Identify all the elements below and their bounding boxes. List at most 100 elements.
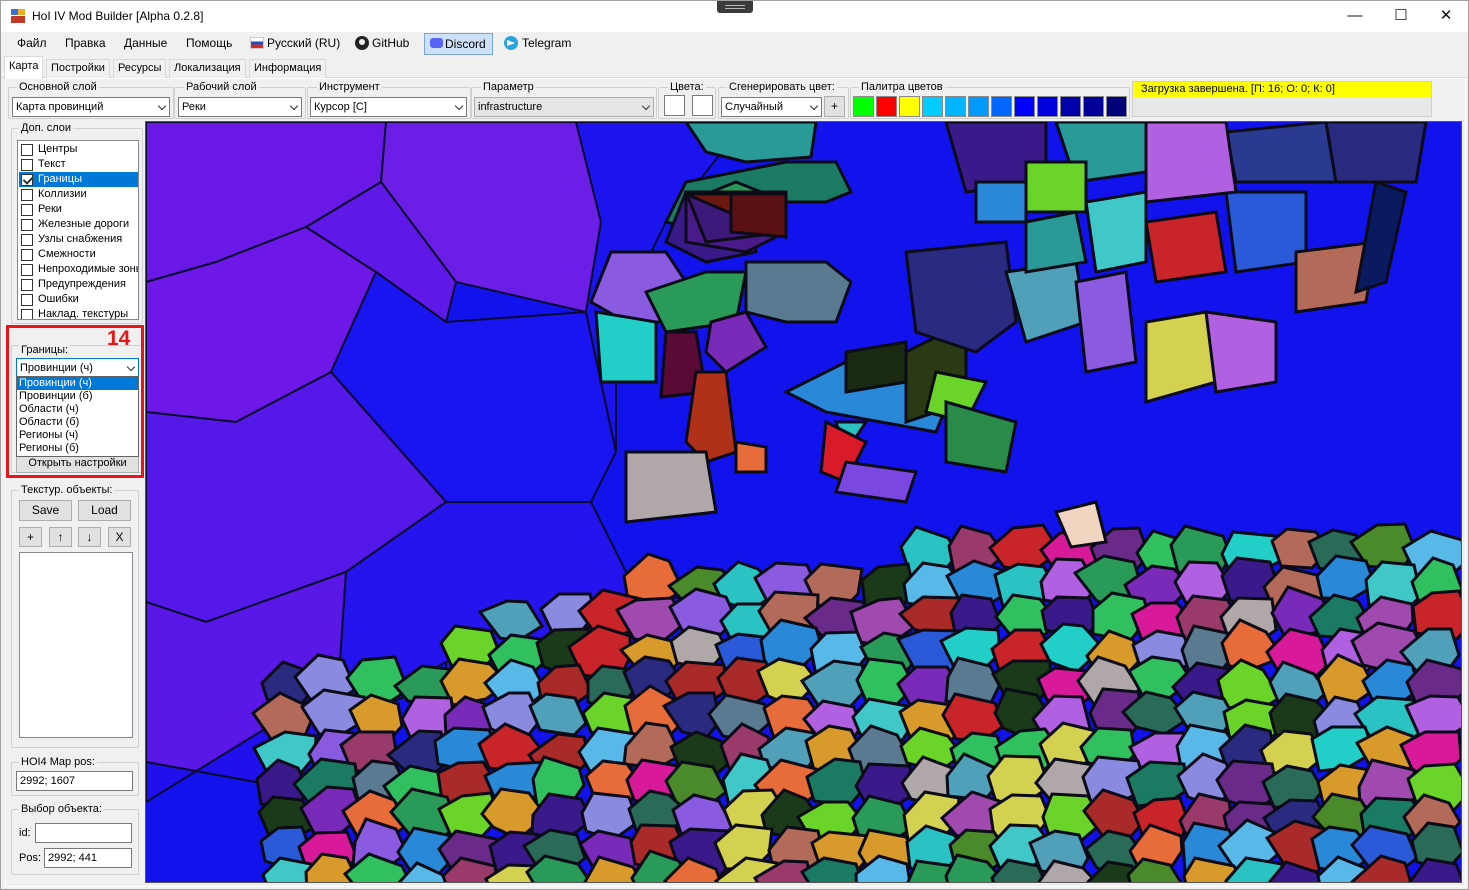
tab-map[interactable]: Карта <box>4 56 44 79</box>
tab-resources[interactable]: Ресурсы <box>113 59 167 78</box>
checkbox[interactable] <box>21 279 33 291</box>
layer-checkbox-row[interactable]: Реки <box>19 202 138 217</box>
texture-objects-list[interactable] <box>19 552 133 738</box>
maximize-button[interactable]: ☐ <box>1378 1 1424 32</box>
menu-data[interactable]: Данные <box>122 36 169 50</box>
checkbox[interactable] <box>21 204 33 216</box>
minimize-button[interactable]: — <box>1332 1 1378 32</box>
checkbox[interactable] <box>21 144 33 156</box>
borders-option[interactable]: Провинции (ч) <box>17 377 138 390</box>
checkbox[interactable] <box>21 234 33 246</box>
layer-checkbox-row[interactable]: Наклад. текстуры <box>19 307 138 320</box>
palette-swatch[interactable] <box>922 96 943 117</box>
tab-localization[interactable]: Локализация <box>169 59 246 78</box>
snap-grip-icon[interactable] <box>717 1 753 13</box>
palette-swatch[interactable] <box>853 96 874 117</box>
palette-swatch[interactable] <box>1037 96 1058 117</box>
id-label: id: <box>19 827 31 839</box>
menu-file[interactable]: Файл <box>15 36 49 50</box>
checkbox[interactable] <box>21 294 33 306</box>
layer-label: Ошибки <box>38 293 79 305</box>
province-map-canvas[interactable] <box>145 121 1462 883</box>
work-layer-label: Рабочий слой <box>184 81 259 93</box>
layer-checkbox-row[interactable]: Границы <box>19 172 138 187</box>
palette-label: Палитра цветов <box>859 81 945 93</box>
chevron-down-icon <box>454 101 464 111</box>
title-bar: HoI IV Mod Builder [Alpha 0.2.8] — ☐ ✕ <box>1 1 1468 32</box>
layer-label: Наклад. текстуры <box>38 308 129 320</box>
id-field[interactable] <box>35 823 132 843</box>
menu-telegram[interactable]: Telegram <box>502 36 573 50</box>
borders-option[interactable]: Провинции (б) <box>17 390 138 403</box>
remove-texture-button[interactable]: X <box>108 527 131 547</box>
checkbox[interactable] <box>21 249 33 261</box>
primary-color-box[interactable] <box>664 95 685 116</box>
move-down-button[interactable]: ↓ <box>78 527 101 547</box>
checkbox[interactable] <box>21 174 33 186</box>
add-texture-button[interactable]: + <box>19 527 42 547</box>
layer-checkbox-row[interactable]: Центры <box>19 142 138 157</box>
add-color-button[interactable]: + <box>824 96 845 117</box>
window-title: HoI IV Mod Builder [Alpha 0.2.8] <box>32 9 204 23</box>
layer-checkbox-row[interactable]: Ошибки <box>19 292 138 307</box>
layer-checkbox-row[interactable]: Текст <box>19 157 138 172</box>
work-layer-select[interactable]: Реки <box>178 97 302 117</box>
github-icon <box>355 36 369 50</box>
generate-color-select[interactable]: Случайный <box>721 97 822 117</box>
layer-checkbox-row[interactable]: Предупреждения <box>19 277 138 292</box>
layer-checkbox-row[interactable]: Коллизии <box>19 187 138 202</box>
palette-swatch[interactable] <box>991 96 1012 117</box>
menu-github[interactable]: GitHub <box>353 36 411 50</box>
extra-layers-title: Доп. слои <box>19 122 74 134</box>
load-button[interactable]: Load <box>78 500 131 521</box>
parameter-label: Параметр <box>481 81 536 93</box>
chevron-down-icon <box>157 101 167 111</box>
layer-checkbox-row[interactable]: Непроходимые зоны <box>19 262 138 277</box>
annotation-number: 14 <box>107 327 131 350</box>
tab-buildings[interactable]: Постройки <box>46 59 110 78</box>
borders-option[interactable]: Области (б) <box>17 416 138 429</box>
menu-edit[interactable]: Правка <box>63 36 108 50</box>
tool-label: Инструмент <box>317 81 382 93</box>
borders-option[interactable]: Регионы (ч) <box>17 429 138 442</box>
object-pos-field[interactable]: 2992; 441 <box>44 848 132 868</box>
pos-label: Pos: <box>19 852 42 864</box>
menu-help[interactable]: Помощь <box>184 36 234 50</box>
palette-swatch[interactable] <box>1060 96 1081 117</box>
checkbox[interactable] <box>21 264 33 276</box>
checkbox[interactable] <box>21 159 33 171</box>
colors-label: Цвета: <box>668 81 706 93</box>
layer-label: Реки <box>38 203 62 215</box>
chevron-down-icon <box>641 101 651 111</box>
palette-swatch[interactable] <box>1083 96 1104 117</box>
borders-option[interactable]: Области (ч) <box>17 403 138 416</box>
palette-swatch[interactable] <box>876 96 897 117</box>
close-button[interactable]: ✕ <box>1423 1 1469 32</box>
parameter-select[interactable]: infrastructure <box>474 97 654 117</box>
menu-discord[interactable]: Discord <box>424 33 493 55</box>
palette-swatch[interactable] <box>968 96 989 117</box>
palette-swatch[interactable] <box>945 96 966 117</box>
move-up-button[interactable]: ↑ <box>49 527 72 547</box>
layer-label: Текст <box>38 158 66 170</box>
layer-label: Коллизии <box>38 188 87 200</box>
layer-checkbox-row[interactable]: Узлы снабжения <box>19 232 138 247</box>
save-button[interactable]: Save <box>19 500 72 521</box>
palette-swatch[interactable] <box>899 96 920 117</box>
checkbox[interactable] <box>21 309 33 319</box>
map-pos-field[interactable]: 2992; 1607 <box>16 771 133 791</box>
palette-swatch[interactable] <box>1014 96 1035 117</box>
checkbox[interactable] <box>21 189 33 201</box>
menu-language[interactable]: Русский (RU) <box>248 36 342 50</box>
checkbox[interactable] <box>21 219 33 231</box>
borders-option[interactable]: Регионы (б) <box>17 442 138 455</box>
secondary-color-box[interactable] <box>692 95 713 116</box>
layer-checkbox-row[interactable]: Смежности <box>19 247 138 262</box>
main-layer-select[interactable]: Карта провинций <box>12 97 170 117</box>
discord-icon <box>430 38 443 48</box>
palette-swatch[interactable] <box>1106 96 1127 117</box>
tool-select[interactable]: Курсор [C] <box>310 97 467 117</box>
app-icon <box>11 9 25 23</box>
tab-information[interactable]: Информация <box>249 59 327 78</box>
layer-checkbox-row[interactable]: Железные дороги <box>19 217 138 232</box>
